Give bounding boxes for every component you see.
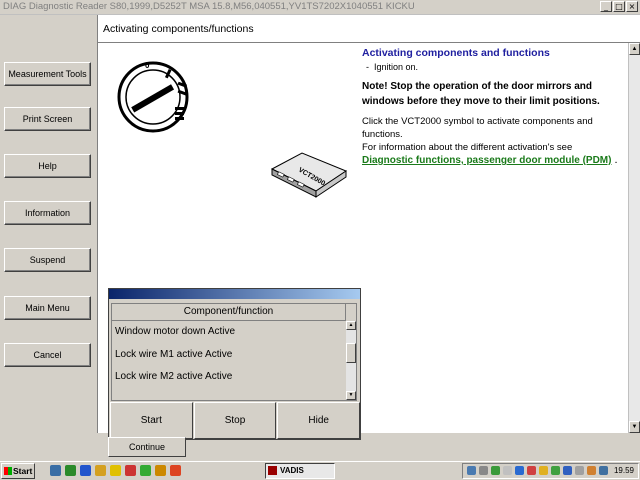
print-screen-button[interactable]: Print Screen <box>4 107 91 131</box>
suspend-button[interactable]: Suspend <box>4 248 91 272</box>
document-icon[interactable] <box>140 465 151 476</box>
start-button[interactable]: Start <box>1 463 35 479</box>
list-item[interactable]: Window motor down Active <box>112 321 346 344</box>
scroll-down-icon[interactable]: ▼ <box>629 421 640 433</box>
folder-icon[interactable] <box>95 465 106 476</box>
vct2000-icon[interactable]: VCT2000 <box>268 147 350 201</box>
tray-icon[interactable] <box>575 466 584 475</box>
list-scrollbar[interactable]: ▲ ▼ <box>346 321 356 400</box>
column-header: Component/function <box>112 304 346 321</box>
activation-dialog: Component/function Window motor down Act… <box>108 288 361 440</box>
chrome-icon[interactable] <box>170 465 181 476</box>
start-label: Start <box>13 466 33 476</box>
stop-button[interactable]: Stop <box>193 402 277 439</box>
main-scrollbar[interactable]: ▲ ▼ <box>628 43 640 433</box>
tray-icon[interactable] <box>527 466 536 475</box>
tray-icon[interactable] <box>503 466 512 475</box>
tray-icon[interactable] <box>587 466 596 475</box>
system-tray: 19.59 <box>462 463 639 479</box>
ignition-switch-icon: 0 <box>117 61 189 133</box>
component-list: Component/function Window motor down Act… <box>111 303 357 401</box>
dialog-titlebar[interactable] <box>109 289 360 299</box>
desktop-icon[interactable] <box>50 465 61 476</box>
tray-icon[interactable] <box>479 466 488 475</box>
list-scroll-up-icon[interactable]: ▲ <box>346 321 356 330</box>
warning-note: Note! Stop the operation of the door mir… <box>362 81 600 107</box>
tray-icon[interactable] <box>539 466 548 475</box>
tray-icon[interactable] <box>467 466 476 475</box>
app-icon[interactable] <box>65 465 76 476</box>
window-controls: _ □ × <box>600 1 638 12</box>
instructions-text-2: For information about the different acti… <box>362 142 573 153</box>
maximize-button[interactable]: □ <box>613 1 625 12</box>
svg-text:0: 0 <box>145 61 150 70</box>
cancel-button[interactable]: Cancel <box>4 343 91 367</box>
list-item[interactable]: Lock wire M1 active Active <box>112 344 346 367</box>
title-bar: DIAG Diagnostic Reader S80,1999,D5252T M… <box>0 0 640 15</box>
instructions-bullet: - Ignition on. <box>366 62 419 72</box>
browser-icon[interactable] <box>80 465 91 476</box>
instructions-panel: Activating components and functions - Ig… <box>362 47 627 167</box>
tray-icon[interactable] <box>551 466 560 475</box>
link-suffix: . <box>614 154 618 166</box>
task-label: VADIS <box>280 466 304 475</box>
scroll-up-icon[interactable]: ▲ <box>629 43 640 55</box>
taskbar: Start VADIS 19.59 <box>0 461 640 480</box>
list-scroll-down-icon[interactable]: ▼ <box>346 391 356 400</box>
quick-launch <box>50 465 181 476</box>
help-button[interactable]: Help <box>4 154 91 178</box>
list-scroll-thumb[interactable] <box>346 343 356 363</box>
instructions-text-1: Click the VCT2000 symbol to activate com… <box>362 116 593 140</box>
bullet-text: Ignition on. <box>374 62 419 72</box>
tray-icon[interactable] <box>515 466 524 475</box>
tray-icon[interactable] <box>599 466 608 475</box>
main-menu-button[interactable]: Main Menu <box>4 296 91 320</box>
tray-icons <box>467 466 608 475</box>
tray-icon[interactable] <box>563 466 572 475</box>
sidebar: Measurement Tools Print Screen Help Info… <box>0 15 97 460</box>
page-title: Activating components/functions <box>103 23 254 35</box>
close-button[interactable]: × <box>626 1 638 12</box>
window-title: DIAG Diagnostic Reader S80,1999,D5252T M… <box>3 1 415 12</box>
clock[interactable]: 19.59 <box>614 466 634 475</box>
page-header: Activating components/functions <box>97 15 640 43</box>
instructions-heading: Activating components and functions <box>362 47 550 59</box>
hide-button[interactable]: Hide <box>277 402 361 439</box>
list-item[interactable]: Lock wire M2 active Active <box>112 366 346 389</box>
start-button[interactable]: Start <box>110 402 193 439</box>
pdm-link[interactable]: Diagnostic functions, passenger door mod… <box>362 155 611 166</box>
smiley-icon[interactable] <box>110 465 121 476</box>
explorer-icon[interactable] <box>155 465 166 476</box>
information-button[interactable]: Information <box>4 201 91 225</box>
windows-logo-icon <box>4 467 12 475</box>
taskbar-app-vadis[interactable]: VADIS <box>265 463 335 479</box>
tool-icon[interactable] <box>125 465 136 476</box>
continue-button[interactable]: Continue <box>108 437 186 457</box>
dialog-buttons: Start Stop Hide <box>110 402 361 439</box>
minimize-button[interactable]: _ <box>600 1 612 12</box>
tray-icon[interactable] <box>491 466 500 475</box>
vadis-icon <box>268 466 277 475</box>
measurement-tools-button[interactable]: Measurement Tools <box>4 62 91 86</box>
